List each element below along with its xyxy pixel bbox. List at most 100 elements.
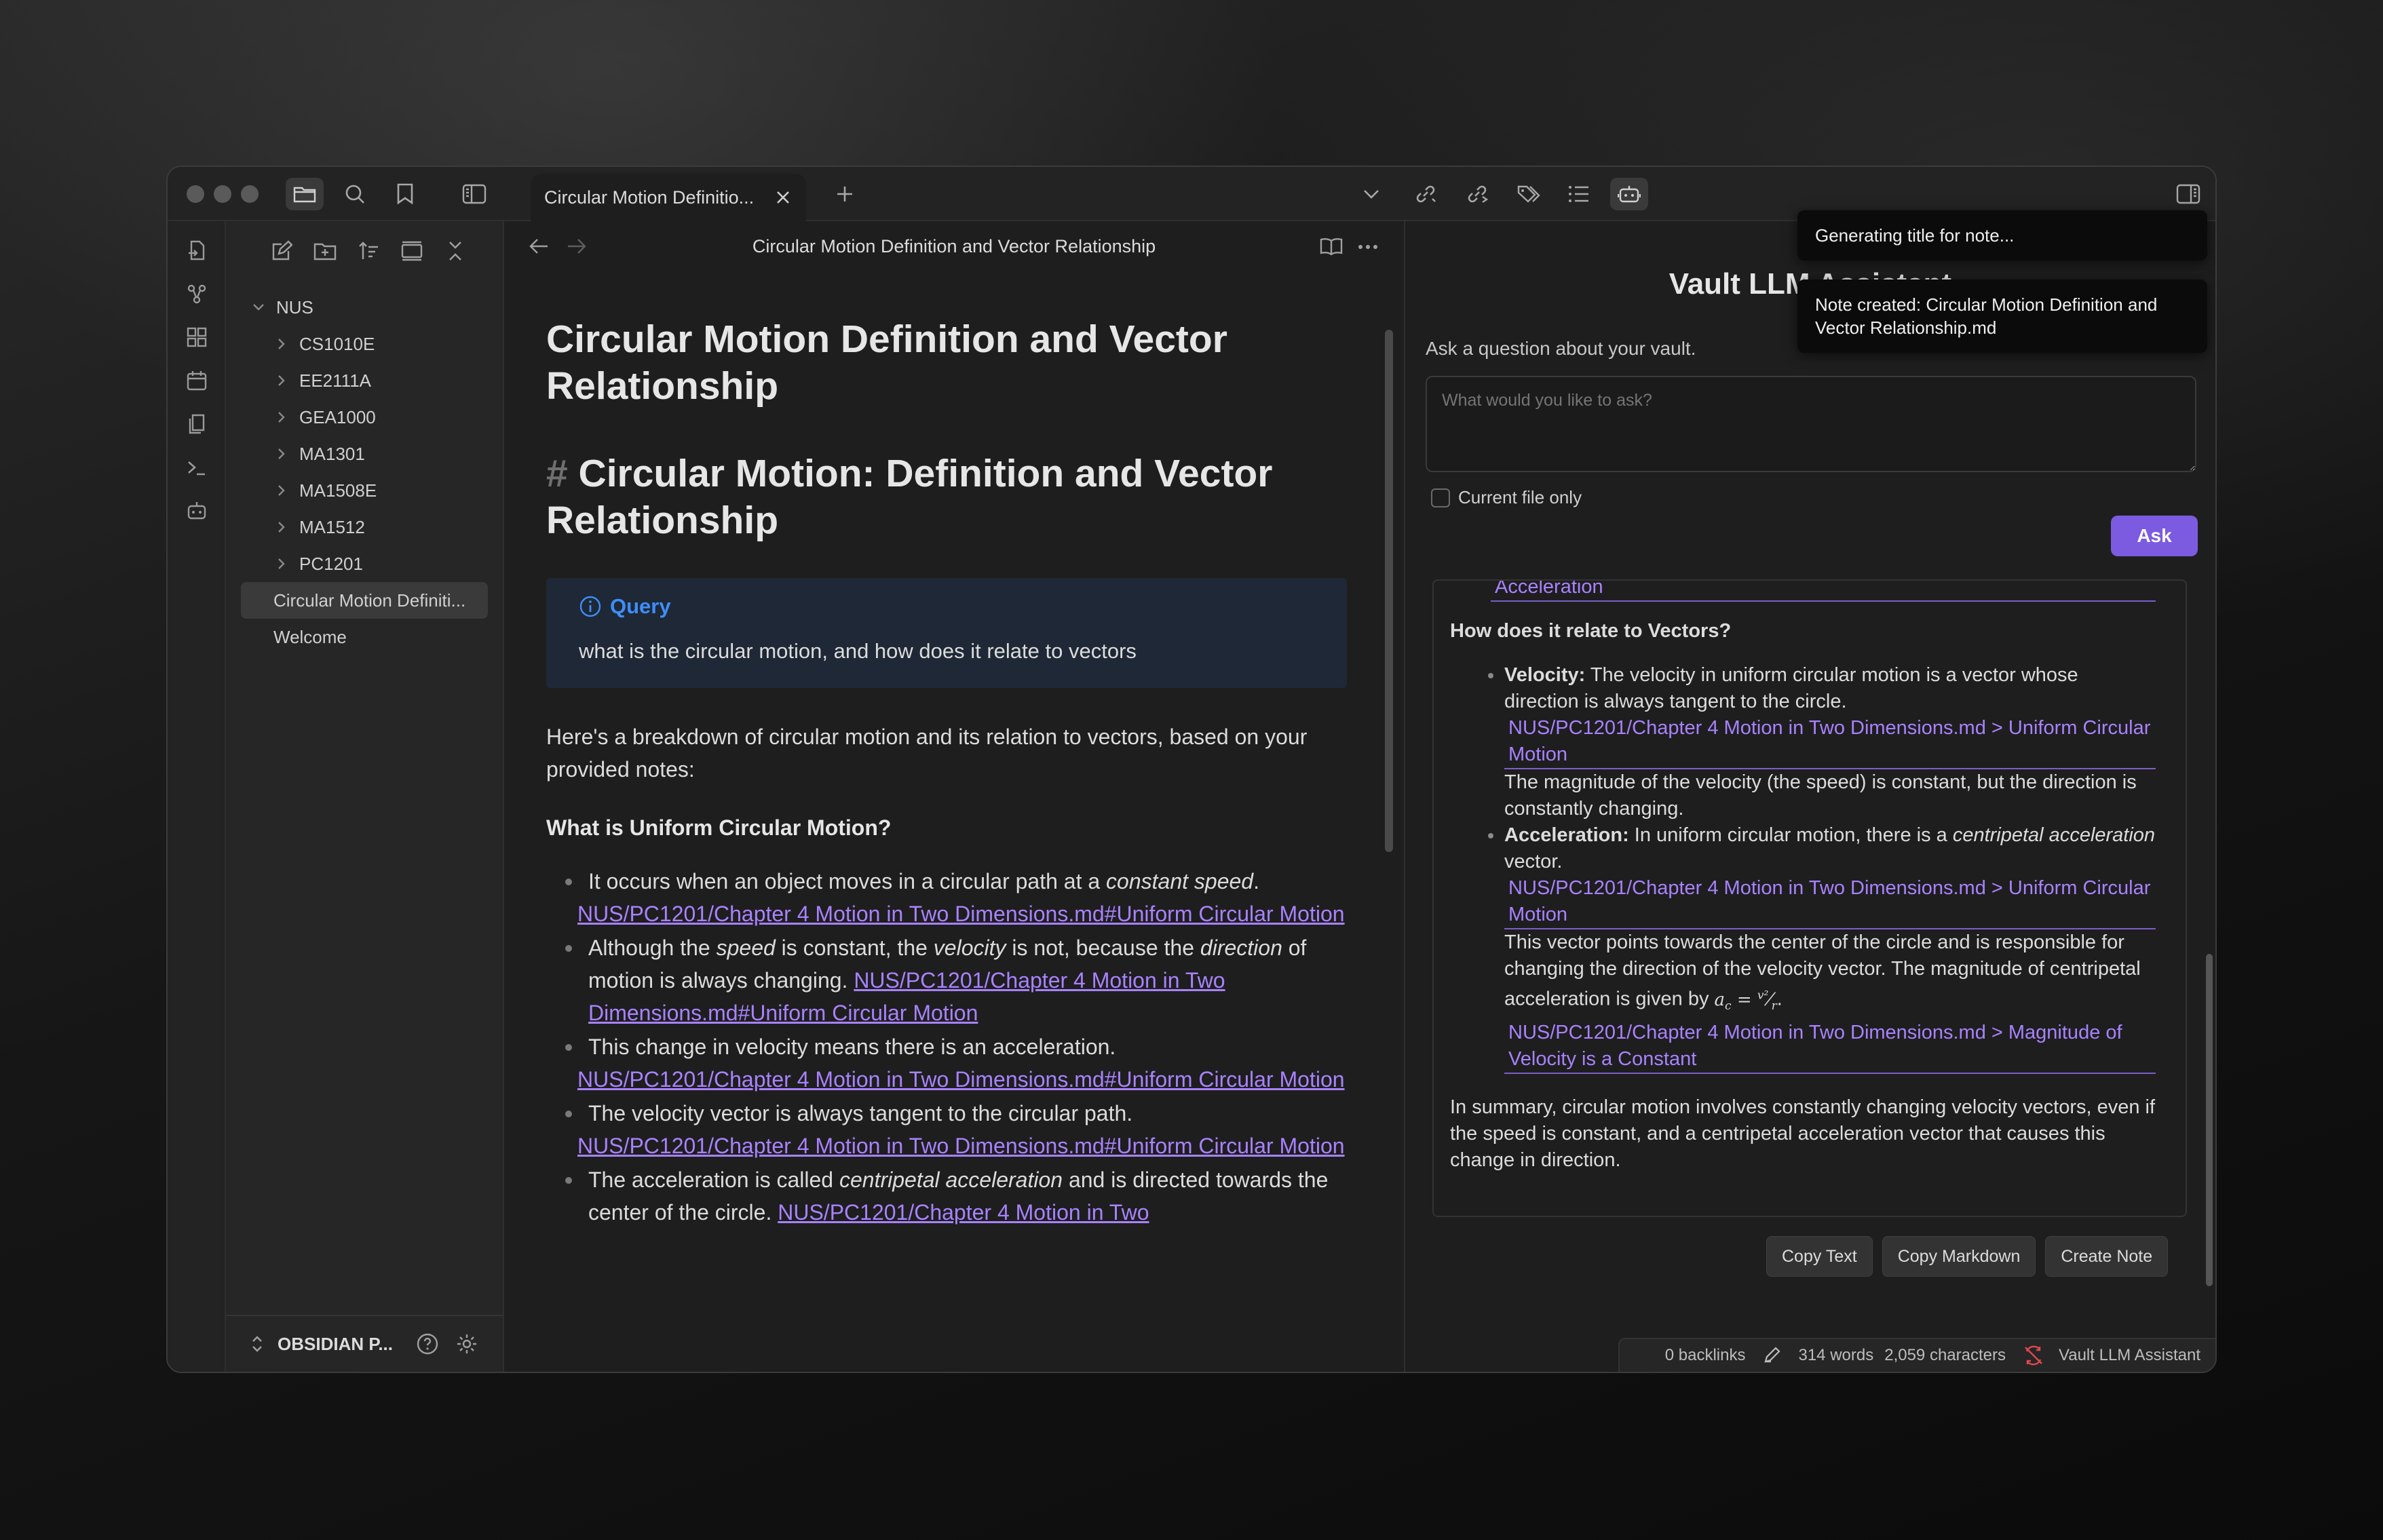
note-content[interactable]: Circular Motion Definition and Vector Re… [546,316,1347,1230]
citation-link[interactable]: Acceleration [1491,581,2156,602]
acceleration-more: This vector points towards the center of… [1504,931,2141,1010]
toast-generating-title[interactable]: Generating title for note... [1797,210,2207,261]
reading-view-book-icon[interactable] [1320,237,1343,256]
citation-link[interactable]: NUS/PC1201/Chapter 4 Motion in Two Dimen… [1504,1020,2156,1074]
close-tab-icon[interactable] [775,189,791,206]
more-options-icon[interactable] [1358,244,1378,250]
answer-list-item: Velocity: The velocity in uniform circul… [1450,662,2156,822]
folder-nus[interactable]: NUS [226,289,503,326]
word-count: 314 words [1798,1346,1874,1364]
command-palette-icon[interactable] [178,449,215,486]
intro-paragraph: Here's a breakdown of circular motion an… [546,725,1308,782]
tab-list-chevron-down-icon[interactable] [1352,178,1390,210]
question-input[interactable] [1426,376,2196,472]
copy-text-button[interactable]: Copy Text [1766,1236,1873,1277]
list-text: The acceleration is called [588,1168,834,1192]
citation-link[interactable]: NUS/PC1201/Chapter 4 Motion in Two Dimen… [1504,875,2156,929]
open-quick-switcher-icon[interactable] [178,232,215,269]
llm-assistant-bot-icon[interactable] [1610,178,1648,210]
file-circular-motion[interactable]: Circular Motion Definiti... [241,582,488,619]
assistant-scrollbar[interactable] [2206,954,2213,1286]
vault-switcher-chevron-icon[interactable] [250,1334,264,1353]
copy-markdown-button[interactable]: Copy Markdown [1882,1236,2036,1277]
minimize-window-button[interactable] [214,185,231,203]
new-tab-icon[interactable] [826,178,864,210]
list-text: Although the [588,936,710,960]
new-folder-icon[interactable] [307,233,343,269]
file-welcome[interactable]: Welcome [226,619,503,655]
character-count: 2,059 characters [1884,1346,2006,1364]
vectors-heading: How does it relate to Vectors? [1450,620,1732,642]
outline-icon[interactable] [1560,178,1598,210]
toggle-right-sidebar-icon[interactable] [2169,178,2207,210]
tab-active-note[interactable]: Circular Motion Definitio... [531,174,806,221]
toggle-left-sidebar-icon[interactable] [455,178,493,210]
sort-icon[interactable] [351,233,386,269]
editor-scrollbar[interactable] [1385,330,1393,852]
zoom-window-button[interactable] [241,185,259,203]
internal-link[interactable]: NUS/PC1201/Chapter 4 Motion in Two Dimen… [577,1067,1345,1092]
callout-body: what is the circular motion, and how doe… [579,639,1137,663]
inline-title[interactable]: Circular Motion Definition and Vector Re… [546,316,1347,410]
edit-pencil-icon[interactable] [1763,1347,1781,1364]
folder-icon[interactable] [286,178,324,210]
tags-icon[interactable] [1510,178,1548,210]
ask-button[interactable]: Ask [2111,516,2198,556]
settings-gear-icon[interactable] [455,1332,478,1355]
velocity-label: Velocity: [1504,664,1586,686]
backlinks-count[interactable]: 0 backlinks [1665,1346,1746,1365]
vault-switcher: OBSIDIAN P... [226,1315,503,1372]
assistant-subheading: Ask a question about your vault. [1426,338,1696,359]
list-text: . [1253,869,1259,893]
chevron-right-icon [273,410,290,424]
calendar-icon[interactable] [178,362,215,399]
answer-content: Acceleration How does it relate to Vecto… [1450,581,2156,1174]
folder-gea1000[interactable]: GEA1000 [226,399,503,436]
citation-link[interactable]: NUS/PC1201/Chapter 4 Motion in Two Dimen… [1504,715,2156,769]
chevron-right-icon [273,447,290,461]
folder-ee2111a[interactable]: EE2111A [226,362,503,399]
heading-1[interactable]: # Circular Motion: Definition and Vector… [546,450,1347,544]
llm-assistant-panel: Vault LLM Assistant Ask a question about… [1404,221,2215,1372]
list-emphasis: velocity [933,936,1006,960]
close-window-button[interactable] [187,185,204,203]
folder-cs1010e[interactable]: CS1010E [226,326,503,362]
bot-icon[interactable] [178,493,215,529]
bullet-list: It occurs when an object moves in a circ… [546,865,1347,1229]
bookmark-icon[interactable] [386,178,424,210]
folder-ma1301[interactable]: MA1301 [226,436,503,472]
auto-reveal-icon[interactable] [394,233,430,269]
answer-summary: In summary, circular motion involves con… [1450,1096,2156,1171]
list-item: This change in velocity means there is a… [546,1031,1347,1096]
toast-note-created[interactable]: Note created: Circular Motion Definition… [1797,280,2207,353]
answer-container: Acceleration How does it relate to Vecto… [1432,579,2187,1217]
internal-link[interactable]: NUS/PC1201/Chapter 4 Motion in Two [778,1200,1149,1225]
search-icon[interactable] [336,178,374,210]
graph-view-icon[interactable] [178,275,215,312]
folder-ma1508e[interactable]: MA1508E [226,472,503,509]
acceleration-emphasis: centripetal acceleration [1952,824,2156,846]
vault-name[interactable]: OBSIDIAN P... [278,1334,406,1355]
checkbox-box[interactable] [1431,488,1450,507]
note-header-title: Circular Motion Definition and Vector Re… [752,236,1156,256]
outgoing-links-icon[interactable] [1458,178,1496,210]
plugin-status[interactable]: Vault LLM Assistant [2059,1346,2200,1365]
current-file-only-checkbox[interactable]: Current file only [1431,487,1582,508]
folder-pc1201[interactable]: PC1201 [226,545,503,582]
internal-link[interactable]: NUS/PC1201/Chapter 4 Motion in Two Dimen… [577,1134,1345,1158]
collapse-all-icon[interactable] [438,233,473,269]
create-note-button[interactable]: Create Note [2045,1236,2169,1277]
new-note-icon[interactable] [264,233,299,269]
folder-label: CS1010E [299,333,375,354]
list-text: It occurs when an object moves in a circ… [588,869,1101,893]
canvas-icon[interactable] [178,319,215,355]
acceleration-text: In uniform circular motion, there is a [1634,824,1947,846]
templates-icon[interactable] [178,406,215,442]
help-icon[interactable] [416,1332,439,1355]
folder-label: NUS [276,296,313,317]
acceleration-label: Acceleration: [1504,824,1629,846]
sync-error-icon[interactable] [2023,1345,2044,1366]
backlinks-icon[interactable] [1407,178,1445,210]
folder-ma1512[interactable]: MA1512 [226,509,503,545]
internal-link[interactable]: NUS/PC1201/Chapter 4 Motion in Two Dimen… [577,902,1345,926]
